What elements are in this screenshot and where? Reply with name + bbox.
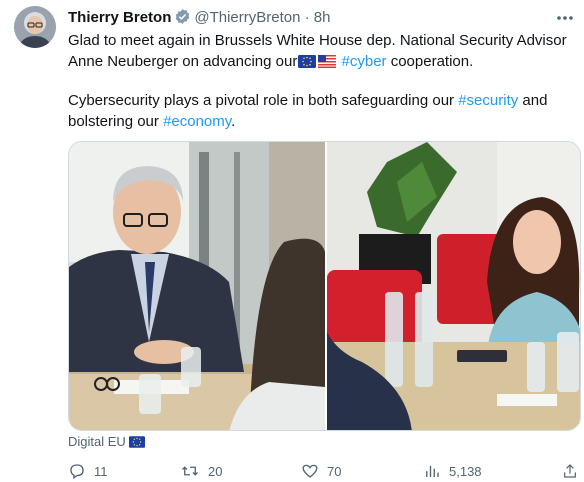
photo-right[interactable] xyxy=(327,142,580,430)
tweet-text-part: Cybersecurity plays a pivotal role in bo… xyxy=(68,92,459,109)
like-icon xyxy=(301,462,319,480)
tweet-text: Glad to meet again in Brussels White Hou… xyxy=(68,30,582,132)
like-count: 70 xyxy=(327,463,342,479)
separator-dot: · xyxy=(304,9,310,26)
share-button[interactable] xyxy=(562,462,578,480)
tweet-time[interactable]: 8h xyxy=(314,9,331,26)
author-handle[interactable]: @ThierryBreton xyxy=(194,9,300,26)
retweet-icon xyxy=(180,462,200,480)
like-button[interactable]: 70 xyxy=(301,462,341,480)
action-bar: 11 20 70 5,138 xyxy=(68,462,578,482)
avatar[interactable] xyxy=(14,6,56,48)
eu-flag-icon xyxy=(128,436,145,451)
media-grid xyxy=(68,141,581,431)
tweet-header: Thierry Breton @ThierryBreton · 8h xyxy=(68,8,330,30)
reply-icon xyxy=(68,462,86,480)
views-button[interactable]: 5,138 xyxy=(423,462,482,480)
tweet-text-part: Glad to meet again in Brussels White Hou… xyxy=(68,32,567,70)
hashtag-security[interactable]: #security xyxy=(458,92,518,109)
tweet-paragraph-2: Cybersecurity plays a pivotal role in bo… xyxy=(68,90,582,132)
retweet-count: 20 xyxy=(208,463,223,479)
share-icon xyxy=(562,462,578,480)
hashtag-cyber[interactable]: #cyber xyxy=(342,53,387,70)
reply-count: 11 xyxy=(94,463,108,479)
hashtag-economy[interactable]: #economy xyxy=(163,113,231,130)
reply-button[interactable]: 11 xyxy=(68,462,108,480)
eu-flag-icon xyxy=(298,53,317,74)
media-source-label: Digital EU xyxy=(68,434,126,449)
verified-badge-icon xyxy=(174,8,191,30)
views-icon xyxy=(423,462,441,480)
views-count: 5,138 xyxy=(449,463,482,479)
us-flag-icon xyxy=(318,53,337,74)
retweet-button[interactable]: 20 xyxy=(180,462,222,480)
photo-left[interactable] xyxy=(69,142,325,430)
tweet-paragraph-1: Glad to meet again in Brussels White Hou… xyxy=(68,30,582,74)
tweet-text-part: . xyxy=(231,113,236,130)
tweet-text-part: cooperation. xyxy=(386,53,474,70)
media-source[interactable]: Digital EU xyxy=(68,434,146,451)
author-name[interactable]: Thierry Breton xyxy=(68,9,171,26)
more-icon[interactable] xyxy=(556,8,574,26)
avatar-image xyxy=(14,6,56,48)
